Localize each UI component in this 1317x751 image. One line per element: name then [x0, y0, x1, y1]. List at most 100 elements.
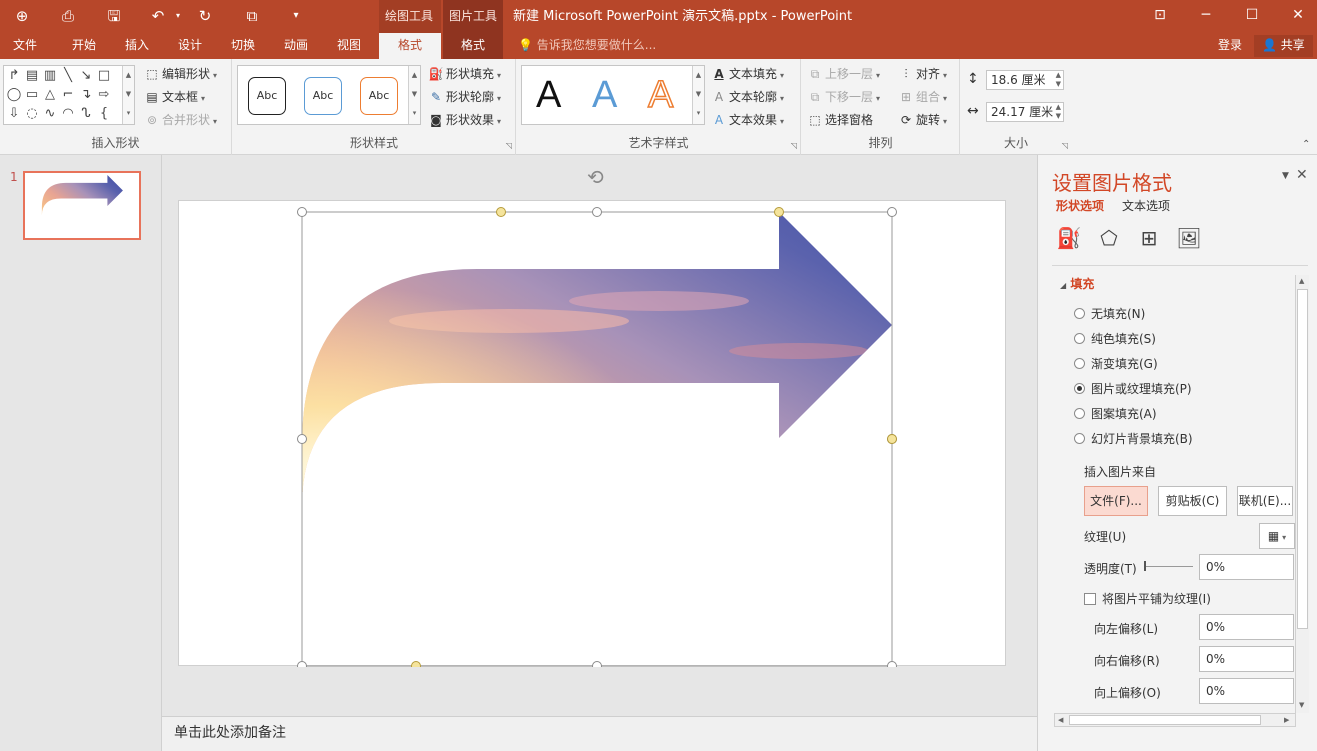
- fill-option-0[interactable]: 无填充(N): [1074, 305, 1145, 323]
- arc-shape-icon[interactable]: ◠: [59, 105, 77, 123]
- bent-arrow-picture-shape[interactable]: [179, 201, 1007, 671]
- texture-picker[interactable]: ▦ ▾: [1259, 523, 1295, 549]
- tab-animations[interactable]: 动画: [271, 33, 321, 59]
- tab-design[interactable]: 设计: [165, 33, 215, 59]
- shapes-gallery-scroll[interactable]: ▲ ▼ ▾: [122, 66, 134, 124]
- fill-option-radio[interactable]: [1074, 433, 1085, 444]
- transparency-input[interactable]: 0%: [1199, 554, 1294, 580]
- wordart-gallery-scroll[interactable]: ▲ ▼ ▾: [692, 66, 704, 124]
- shape-style-orange[interactable]: Abc: [360, 77, 398, 115]
- pane-scroll-thumb[interactable]: [1297, 289, 1308, 629]
- bent-arrow-shape-icon[interactable]: ↱: [5, 67, 23, 85]
- shape-height-input[interactable]: 18.6 厘米 ▲ ▼: [986, 70, 1064, 90]
- slideshow-icon[interactable]: ⧉: [242, 6, 262, 26]
- tab-format-picture[interactable]: 格式: [443, 33, 503, 59]
- text-box-button[interactable]: ▤ 文本框 ▾: [144, 87, 205, 107]
- tile-checkbox-row[interactable]: 将图片平铺为纹理(I): [1084, 590, 1211, 607]
- fill-option-5[interactable]: 幻灯片背景填充(B): [1074, 430, 1193, 448]
- collapse-ribbon-icon[interactable]: ⌃: [1302, 139, 1310, 150]
- fill-option-4[interactable]: 图案填充(A): [1074, 405, 1157, 423]
- shape-styles-dialog-launcher-icon[interactable]: ◹: [506, 141, 512, 150]
- shapes-gallery[interactable]: ↱ ▤ ▥ ╲ ↘ □ ◯ ▭ △ ⌐ ↴ ⇨ ⇩ ◌ ∿ ◠ ᔐ { ▲ ▼ ▾: [3, 65, 135, 125]
- maximize-icon[interactable]: ☐: [1229, 0, 1275, 33]
- shape-style-black[interactable]: Abc: [248, 77, 286, 115]
- redo-icon[interactable]: ↻: [195, 6, 215, 26]
- fill-option-radio[interactable]: [1074, 358, 1085, 369]
- triangle-shape-icon[interactable]: △: [41, 86, 59, 104]
- effects-pentagon-icon[interactable]: ⬠: [1096, 225, 1122, 251]
- pane-vertical-scrollbar[interactable]: ▲ ▼: [1295, 275, 1309, 713]
- text-outline-button[interactable]: A 文本轮廓 ▾: [711, 87, 784, 107]
- share-button[interactable]: 👤 共享: [1254, 35, 1313, 57]
- transparency-slider[interactable]: [1145, 566, 1193, 567]
- insert-clipboard-button[interactable]: 剪贴板(C): [1158, 486, 1227, 516]
- size-properties-icon[interactable]: ⊞: [1136, 225, 1162, 251]
- down-arrow-shape-icon[interactable]: ⇩: [5, 105, 23, 123]
- pane-close-icon[interactable]: ✕: [1296, 167, 1308, 183]
- arrow-line-shape-icon[interactable]: ↘: [77, 67, 95, 85]
- fill-option-3[interactable]: 图片或纹理填充(P): [1074, 380, 1192, 398]
- elbow-arrow-shape-icon[interactable]: ↴: [77, 86, 95, 104]
- fill-line-icon[interactable]: ⛽: [1056, 225, 1082, 251]
- wordart-style-orange-outline[interactable]: A: [647, 72, 674, 118]
- offset-right-input[interactable]: 0%: [1199, 646, 1294, 672]
- rotation-handle-icon[interactable]: ⟲: [587, 165, 604, 189]
- text-fill-button[interactable]: A 文本填充 ▾: [711, 64, 784, 84]
- tab-file[interactable]: 文件: [0, 33, 50, 59]
- tab-home[interactable]: 开始: [58, 33, 110, 59]
- notes-area[interactable]: 单击此处添加备注: [162, 716, 1037, 751]
- scribble-shape-icon[interactable]: ∿: [41, 105, 59, 123]
- picture-icon[interactable]: 🖼: [1176, 225, 1202, 251]
- tell-me-box[interactable]: 💡 告诉我您想要做什么...: [518, 33, 656, 57]
- minimize-icon[interactable]: ─: [1183, 0, 1229, 33]
- pane-hscroll-thumb[interactable]: [1069, 715, 1261, 725]
- login-link[interactable]: 登录: [1218, 33, 1242, 57]
- group-button[interactable]: ⊞ 组合 ▾: [898, 87, 947, 107]
- undo-dropdown-icon[interactable]: ▾: [168, 6, 188, 26]
- touch-mode-icon[interactable]: ⊕: [12, 6, 32, 26]
- rounded-rect-shape-icon[interactable]: ▭: [23, 86, 41, 104]
- shape-fill-button[interactable]: ⛽ 形状填充 ▾: [428, 64, 502, 84]
- tab-shape-options[interactable]: 形状选项: [1056, 197, 1104, 214]
- fill-option-radio[interactable]: [1074, 383, 1085, 394]
- shape-width-input[interactable]: 24.17 厘米 ▲ ▼: [986, 102, 1064, 122]
- rectangle-shape-icon[interactable]: □: [95, 67, 113, 85]
- slide-thumbnail-1[interactable]: [23, 171, 141, 240]
- ribbon-display-icon[interactable]: ⊡: [1137, 0, 1183, 33]
- elbow-connector-shape-icon[interactable]: ⌐: [59, 86, 77, 104]
- selection-pane-button[interactable]: ⬚ 选择窗格: [807, 110, 873, 130]
- shape-style-gallery[interactable]: Abc Abc Abc ▲ ▼ ▾: [237, 65, 421, 125]
- shape-style-blue[interactable]: Abc: [304, 77, 342, 115]
- shape-style-gallery-scroll[interactable]: ▲ ▼ ▾: [408, 66, 420, 124]
- fill-option-1[interactable]: 纯色填充(S): [1074, 330, 1156, 348]
- undo-icon[interactable]: ↶: [148, 6, 168, 26]
- fill-option-2[interactable]: 渐变填充(G): [1074, 355, 1158, 373]
- scroll-down-icon[interactable]: ▼: [1299, 701, 1304, 709]
- curve-shape-icon[interactable]: ᔐ: [77, 105, 95, 123]
- fill-option-radio[interactable]: [1074, 333, 1085, 344]
- wordart-gallery[interactable]: A A A ▲ ▼ ▾: [521, 65, 705, 125]
- offset-up-input[interactable]: 0%: [1199, 678, 1294, 704]
- fill-option-radio[interactable]: [1074, 308, 1085, 319]
- send-backward-button[interactable]: ⧉ 下移一层 ▾: [807, 87, 880, 107]
- tab-insert[interactable]: 插入: [112, 33, 162, 59]
- insert-file-button[interactable]: 文件(F)...: [1084, 486, 1148, 516]
- fill-section-header[interactable]: ◢ 填充: [1060, 275, 1094, 292]
- fill-option-radio[interactable]: [1074, 408, 1085, 419]
- wordart-dialog-launcher-icon[interactable]: ◹: [791, 141, 797, 150]
- wordart-style-blue[interactable]: A: [592, 72, 617, 118]
- transparency-slider-thumb[interactable]: [1144, 561, 1146, 571]
- freeform-shape-icon[interactable]: ◌: [23, 105, 41, 123]
- scroll-up-icon[interactable]: ▲: [1299, 277, 1304, 285]
- vertical-textbox-shape-icon[interactable]: ▥: [41, 67, 59, 85]
- scroll-right-icon[interactable]: ▶: [1284, 716, 1289, 724]
- customize-icon[interactable]: ▾: [286, 6, 306, 26]
- save-icon[interactable]: 🖫: [104, 6, 124, 26]
- pane-options-icon[interactable]: ▼: [1282, 171, 1289, 181]
- tab-view[interactable]: 视图: [324, 33, 374, 59]
- size-dialog-launcher-icon[interactable]: ◹: [1062, 141, 1068, 150]
- close-icon[interactable]: ✕: [1275, 0, 1317, 33]
- scroll-left-icon[interactable]: ◀: [1058, 716, 1063, 724]
- bring-forward-button[interactable]: ⧉ 上移一层 ▾: [807, 64, 880, 84]
- tab-text-options[interactable]: 文本选项: [1122, 197, 1170, 214]
